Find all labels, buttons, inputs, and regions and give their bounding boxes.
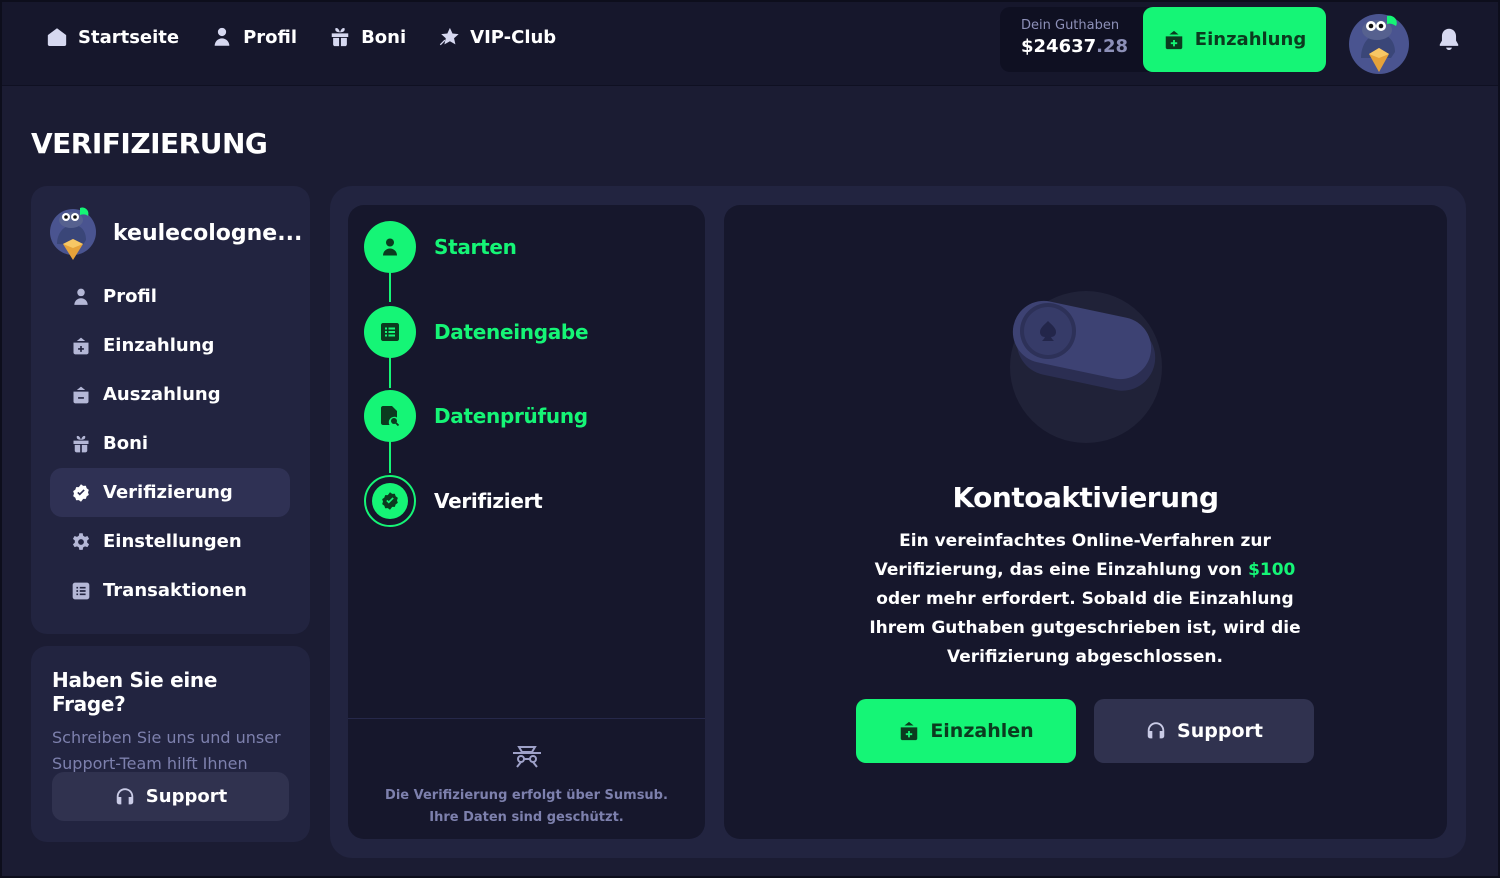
deposit-now-button[interactable]: Einzahlen: [856, 699, 1076, 763]
nav-item-label: Startseite: [78, 26, 180, 48]
sidebar-item-settings[interactable]: Einstellungen: [50, 517, 290, 566]
help-card: Haben Sie eine Frage? Schreiben Sie uns …: [31, 646, 310, 842]
step-status-current: [364, 475, 416, 527]
step-status-done: [364, 221, 416, 273]
nav-item-label: Profil: [243, 26, 298, 48]
username: keulecologne...: [113, 220, 303, 246]
sumsub-note: Die Verifizierung erfolgt über Sumsub. I…: [385, 788, 668, 825]
user-avatar[interactable]: [1347, 10, 1413, 76]
step-connector: [389, 356, 391, 388]
support-button[interactable]: Support: [1094, 699, 1314, 763]
headset-icon: [1147, 722, 1165, 739]
step-label: Verifiziert: [434, 489, 543, 513]
headset-icon: [116, 787, 134, 804]
sidebar-item-deposit[interactable]: Einzahlung: [50, 321, 290, 370]
step-verified: Verifiziert: [364, 475, 543, 527]
wallet-plus-icon: [1165, 30, 1183, 49]
step-data-entry: Dateneingabe: [364, 306, 589, 358]
nav-item-label: Boni: [361, 26, 407, 48]
sumsub-logo-icon: [512, 746, 541, 768]
sidebar-item-label: Transaktionen: [103, 580, 247, 601]
user-summary: keulecologne...: [49, 204, 302, 262]
step-start: Starten: [364, 221, 517, 273]
step-label: Dateneingabe: [434, 320, 589, 344]
step-connector: [389, 441, 391, 473]
sidebar-item-label: Boni: [103, 433, 149, 454]
balance-whole: $24637: [1021, 36, 1097, 57]
step-data-check: Datenprüfung: [364, 390, 588, 442]
deposit-button-label: Einzahlung: [1194, 29, 1307, 50]
list-icon: [72, 582, 90, 599]
step-connector: [389, 270, 391, 302]
sidebar-item-label: Auszahlung: [103, 384, 221, 405]
account-activation-panel: Kontoaktivierung Ein vereinfachtes Onlin…: [724, 205, 1447, 839]
step-status-done: [364, 306, 416, 358]
nav-item-vip-club[interactable]: VIP-Club: [438, 26, 556, 48]
wallet-plus-icon: [901, 721, 918, 741]
notifications-bell-icon[interactable]: [1436, 26, 1462, 52]
help-title: Haben Sie eine Frage?: [52, 668, 218, 716]
step-label: Datenprüfung: [434, 404, 588, 428]
verification-steps: Starten Dateneingabe Datenprüfung Verifi…: [348, 205, 705, 839]
balance-value: $24637.28: [1021, 36, 1150, 57]
form-icon: [381, 323, 399, 341]
required-amount: $100: [1248, 560, 1296, 580]
sidebar-item-label: Einzahlung: [103, 335, 215, 356]
step-status-done: [364, 390, 416, 442]
wallet-plus-icon: [73, 337, 89, 354]
balance-cents: .28: [1096, 36, 1129, 57]
steps-footer: Die Verifizierung erfolgt über Sumsub. I…: [348, 718, 705, 839]
balance-display: Dein Guthaben $24637.28: [1000, 7, 1150, 72]
help-text: Schreiben Sie uns und unser Support-Team…: [52, 728, 281, 773]
nav-item-label: VIP-Club: [470, 26, 557, 48]
user-icon: [214, 27, 230, 46]
nav-item-bonuses[interactable]: Boni: [329, 26, 406, 48]
page-title: VERIFIZIERUNG: [31, 127, 268, 160]
dino-avatar-icon: [1349, 14, 1409, 74]
step-status-inner: [372, 483, 408, 519]
nav-item-home[interactable]: Startseite: [46, 26, 179, 48]
wallet-minus-icon: [73, 386, 89, 403]
activation-title: Kontoaktivierung: [952, 481, 1219, 514]
sidebar-item-label: Einstellungen: [103, 531, 242, 552]
deposit-button[interactable]: Einzahlung: [1143, 7, 1326, 72]
check-badge-icon: [382, 492, 398, 510]
account-sidebar: keulecologne... Profil Einzahlung Auszah…: [31, 186, 310, 634]
support-label: Support: [1177, 720, 1263, 742]
sidebar-item-label: Verifizierung: [103, 482, 233, 503]
help-support-label: Support: [145, 786, 228, 807]
avatar: [50, 207, 96, 260]
nav-item-profile[interactable]: Profil: [211, 26, 297, 48]
document-search-icon: [381, 406, 400, 427]
balance-label: Dein Guthaben: [1021, 18, 1120, 33]
gear-icon: [72, 532, 90, 550]
activation-description: Ein vereinfachtes Online-Verfahren zur V…: [850, 527, 1320, 672]
sidebar-menu: Profil Einzahlung Auszahlung Boni Verifi…: [50, 272, 290, 615]
sidebar-item-bonuses[interactable]: Boni: [50, 419, 290, 468]
help-support-button[interactable]: Support: [52, 772, 289, 821]
step-label: Starten: [434, 235, 517, 259]
description-part: Ein vereinfachtes Online-Verfahren zur V…: [874, 531, 1271, 580]
home-icon: [47, 28, 67, 46]
description-part: oder mehr erfordert. Sobald die Einzahlu…: [869, 589, 1301, 667]
sidebar-item-withdrawal[interactable]: Auszahlung: [50, 370, 290, 419]
user-icon: [74, 288, 88, 305]
gift-icon: [73, 435, 89, 452]
top-navigation-bar: Startseite Profil Boni VIP-Club Dein Gut…: [0, 0, 1500, 86]
gift-icon: [331, 28, 349, 47]
verified-badge-icon: [73, 483, 89, 502]
main-nav: Startseite Profil Boni VIP-Club: [46, 26, 556, 48]
sidebar-item-verification[interactable]: Verifizierung: [50, 468, 290, 517]
sidebar-item-label: Profil: [103, 286, 157, 307]
sidebar-item-transactions[interactable]: Transaktionen: [50, 566, 290, 615]
user-icon: [383, 238, 397, 256]
sidebar-item-profile[interactable]: Profil: [50, 272, 290, 321]
deposit-now-label: Einzahlen: [930, 720, 1034, 742]
toggle-switch-illustration: [1010, 291, 1162, 443]
star-icon: [439, 27, 459, 46]
